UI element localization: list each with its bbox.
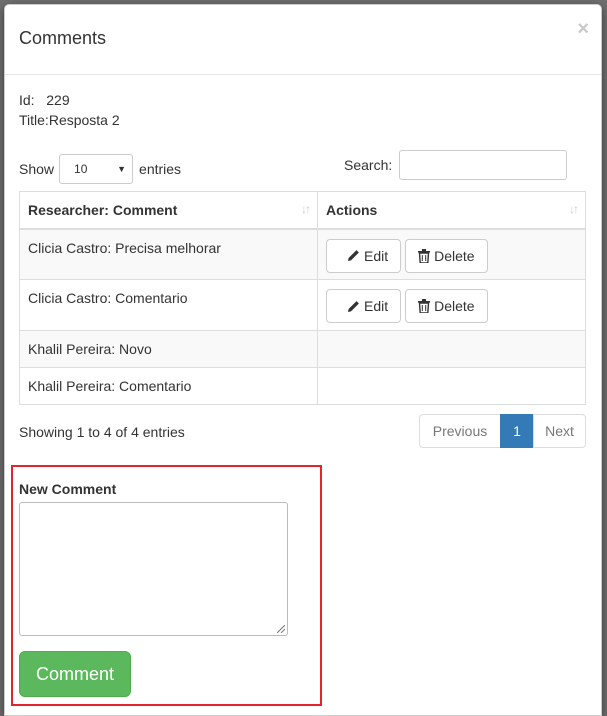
pagination: Previous 1 Next bbox=[419, 414, 586, 448]
new-comment-label: New Comment bbox=[19, 481, 117, 497]
post-title-line: Title:Resposta 2 bbox=[19, 112, 120, 128]
modal-header: Comments × bbox=[5, 5, 601, 75]
actions-cell bbox=[317, 367, 586, 405]
delete-label: Delete bbox=[434, 298, 475, 314]
table-row: Clicia Castro: Comentario Edit Delete bbox=[19, 279, 586, 331]
close-icon[interactable]: × bbox=[577, 19, 589, 39]
page-length-control: Show 10 ▼ entries bbox=[19, 154, 181, 184]
column-header-actions[interactable]: Actions ↓↑ bbox=[317, 191, 586, 230]
actions-cell: Edit Delete bbox=[317, 279, 586, 331]
delete-label: Delete bbox=[434, 247, 475, 264]
show-label: Show bbox=[19, 161, 55, 177]
delete-button[interactable]: Delete bbox=[405, 289, 488, 323]
table-row: Khalil Pereira: Comentario bbox=[19, 367, 586, 405]
search-input[interactable] bbox=[399, 150, 568, 180]
trash-icon bbox=[418, 248, 431, 263]
comments-modal: Comments × Id: 229 Title:Resposta 2 Show… bbox=[4, 4, 602, 716]
page-length-value: 10 bbox=[74, 162, 88, 176]
entries-label: entries bbox=[139, 161, 182, 177]
next-page-button[interactable]: Next bbox=[533, 414, 586, 448]
pencil-icon bbox=[348, 300, 359, 312]
modal-title: Comments bbox=[19, 28, 107, 48]
table-row: Clicia Castro: Precisa melhorar Edit Del… bbox=[19, 228, 586, 280]
comment-cell: Khalil Pereira: Novo bbox=[19, 330, 318, 368]
resize-grip-icon[interactable] bbox=[277, 625, 285, 633]
edit-button[interactable]: Edit bbox=[326, 238, 402, 273]
search-label: Search: bbox=[344, 157, 393, 173]
post-id-line: Id: 229 bbox=[19, 92, 70, 108]
comment-cell: Clicia Castro: Precisa melhorar bbox=[19, 228, 318, 280]
actions-cell: Edit Delete bbox=[317, 228, 586, 280]
table-info: Showing 1 to 4 of 4 entries bbox=[19, 424, 185, 440]
actions-cell bbox=[317, 330, 586, 368]
pencil-icon bbox=[348, 250, 359, 261]
column-header-researcher-comment[interactable]: Researcher: Comment ↓↑ bbox=[19, 191, 318, 230]
column-header-label: Actions bbox=[326, 201, 378, 218]
search-control: Search: bbox=[344, 150, 568, 180]
id-label: Id: bbox=[19, 92, 35, 108]
delete-button[interactable]: Delete bbox=[405, 238, 488, 273]
edit-label: Edit bbox=[364, 247, 389, 264]
id-value: 229 bbox=[46, 92, 70, 108]
page-length-select[interactable]: 10 ▼ bbox=[59, 154, 134, 184]
title-label: Title: bbox=[19, 112, 49, 128]
comment-cell: Khalil Pereira: Comentario bbox=[19, 367, 318, 405]
page-1-button[interactable]: 1 bbox=[500, 414, 534, 448]
edit-label: Edit bbox=[364, 298, 389, 314]
new-comment-textarea[interactable] bbox=[19, 502, 288, 636]
sort-icon: ↓↑ bbox=[301, 202, 311, 216]
edit-button[interactable]: Edit bbox=[326, 289, 402, 323]
comment-submit-button[interactable]: Comment bbox=[19, 651, 131, 697]
table-row: Khalil Pereira: Novo bbox=[19, 330, 586, 368]
comments-table: Researcher: Comment ↓↑ Actions ↓↑ Clicia… bbox=[19, 191, 586, 405]
comment-cell: Clicia Castro: Comentario bbox=[19, 279, 318, 331]
column-header-label: Researcher: Comment bbox=[28, 201, 178, 218]
previous-page-button[interactable]: Previous bbox=[419, 414, 501, 448]
caret-down-icon: ▼ bbox=[117, 164, 127, 174]
trash-icon bbox=[418, 299, 431, 313]
sort-icon: ↓↑ bbox=[569, 202, 579, 216]
title-value: Resposta 2 bbox=[48, 112, 120, 128]
